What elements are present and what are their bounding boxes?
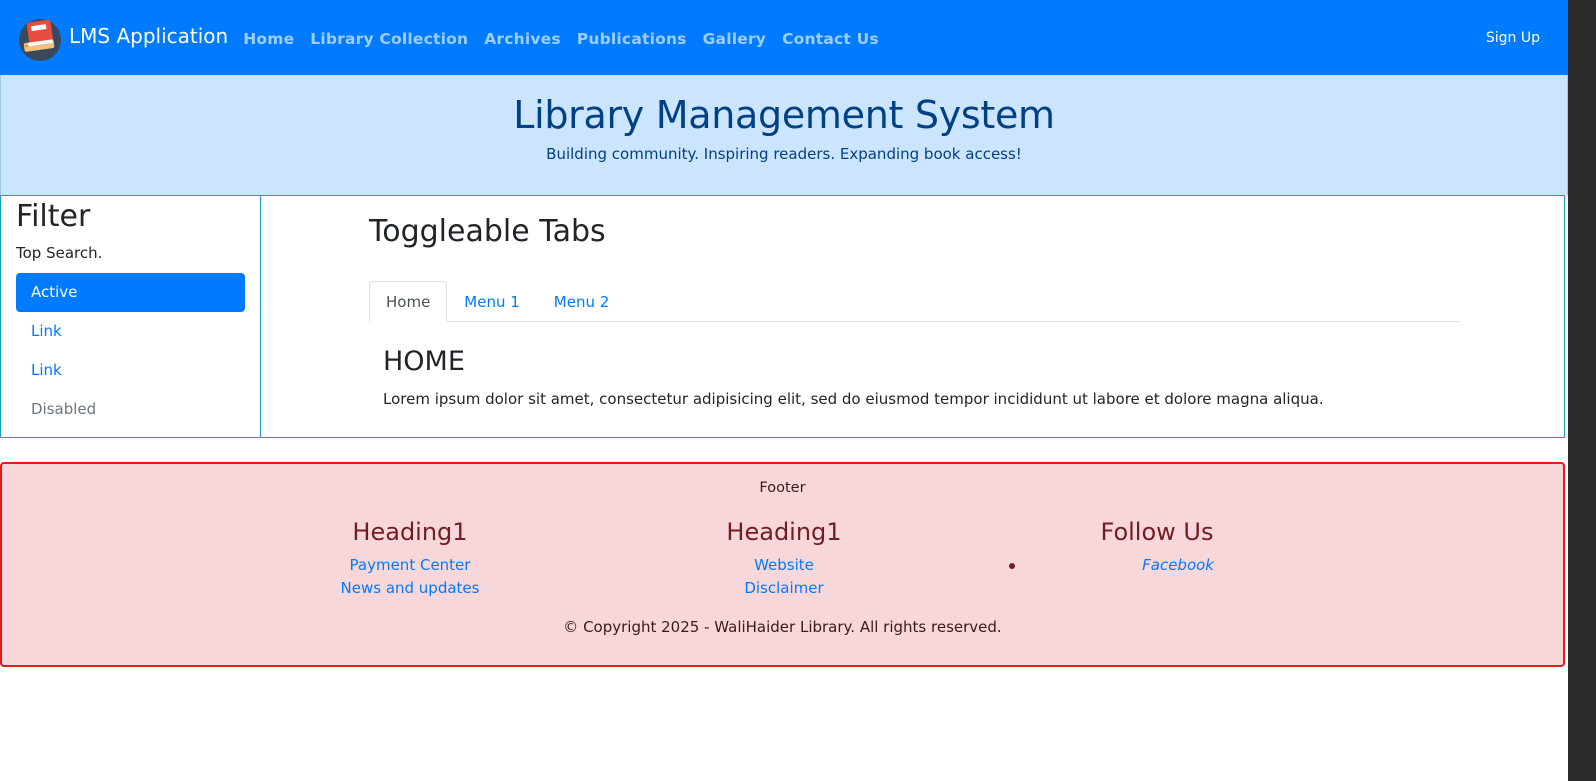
footer-column-social: Follow Us [1057,518,1257,554]
brand-link[interactable]: LMS Application [16,14,228,62]
filter-pill-link[interactable]: Link [16,351,245,390]
main-content: Toggleable Tabs Home Menu 1 Menu 2 HOME … [260,195,1565,438]
nav-publications[interactable]: Publications [577,30,687,48]
book-stack-icon [19,18,61,61]
nav-home[interactable]: Home [243,30,294,48]
window-edge [1568,0,1596,781]
hero-banner: Library Management System Building commu… [0,75,1568,195]
page: LMS Application Home Library Collection … [0,0,1568,781]
filter-pill-link[interactable]: Link [16,312,245,351]
tab-pane-text: Lorem ipsum dolor sit amet, consectetur … [383,390,1324,408]
copyright: © Copyright 2025 - WaliHaider Library. A… [563,618,1002,636]
footer-link-payment-center[interactable]: Payment Center [310,554,510,577]
filter-sidebar: Filter Top Search. Active Link Link Disa… [0,195,261,438]
footer-heading-follow-us: Follow Us [1100,518,1214,546]
footer-heading: Heading1 [726,518,842,546]
tab-bar: Home Menu 1 Menu 2 [369,281,1460,322]
footer-link-news[interactable]: News and updates [310,577,510,600]
nav-links: Home Library Collection Archives Publica… [243,30,895,48]
brand-name: LMS Application [69,23,229,48]
filter-subtitle: Top Search. [16,244,103,262]
hero-subtitle: Building community. Inspiring readers. E… [546,145,1022,163]
facebook-link[interactable]: Facebook [1142,556,1214,574]
tab-home[interactable]: Home [369,281,448,322]
footer-column: Heading1 Payment Center News and updates [310,518,510,600]
footer: Footer Heading1 Payment Center News and … [0,462,1565,667]
navbar: LMS Application Home Library Collection … [0,0,1568,75]
nav-gallery[interactable]: Gallery [703,30,766,48]
tab-pane-title: HOME [383,346,465,377]
tab-menu-1[interactable]: Menu 1 [447,281,537,322]
filter-pill-disabled: Disabled [31,400,97,418]
footer-link-disclaimer[interactable]: Disclaimer [684,577,884,600]
nav-library-collection[interactable]: Library Collection [310,30,468,48]
tab-menu-2[interactable]: Menu 2 [537,281,627,322]
hero-title: Library Management System [513,93,1055,137]
filter-pills: Active Link Link Disabled [16,273,245,429]
footer-link-website[interactable]: Website [684,554,884,577]
content-row: Filter Top Search. Active Link Link Disa… [0,195,1565,438]
bullet-icon [1009,563,1015,569]
nav-archives[interactable]: Archives [484,30,561,48]
filter-title: Filter [16,199,91,234]
nav-contact-us[interactable]: Contact Us [782,30,879,48]
social-list-item: Facebook [1009,556,1214,580]
filter-pill-active[interactable]: Active [16,273,245,312]
main-title: Toggleable Tabs [369,214,606,249]
footer-heading: Heading1 [352,518,468,546]
footer-label: Footer [759,480,806,496]
footer-column: Heading1 Website Disclaimer [684,518,884,600]
signup-link[interactable]: Sign Up [1486,30,1540,46]
